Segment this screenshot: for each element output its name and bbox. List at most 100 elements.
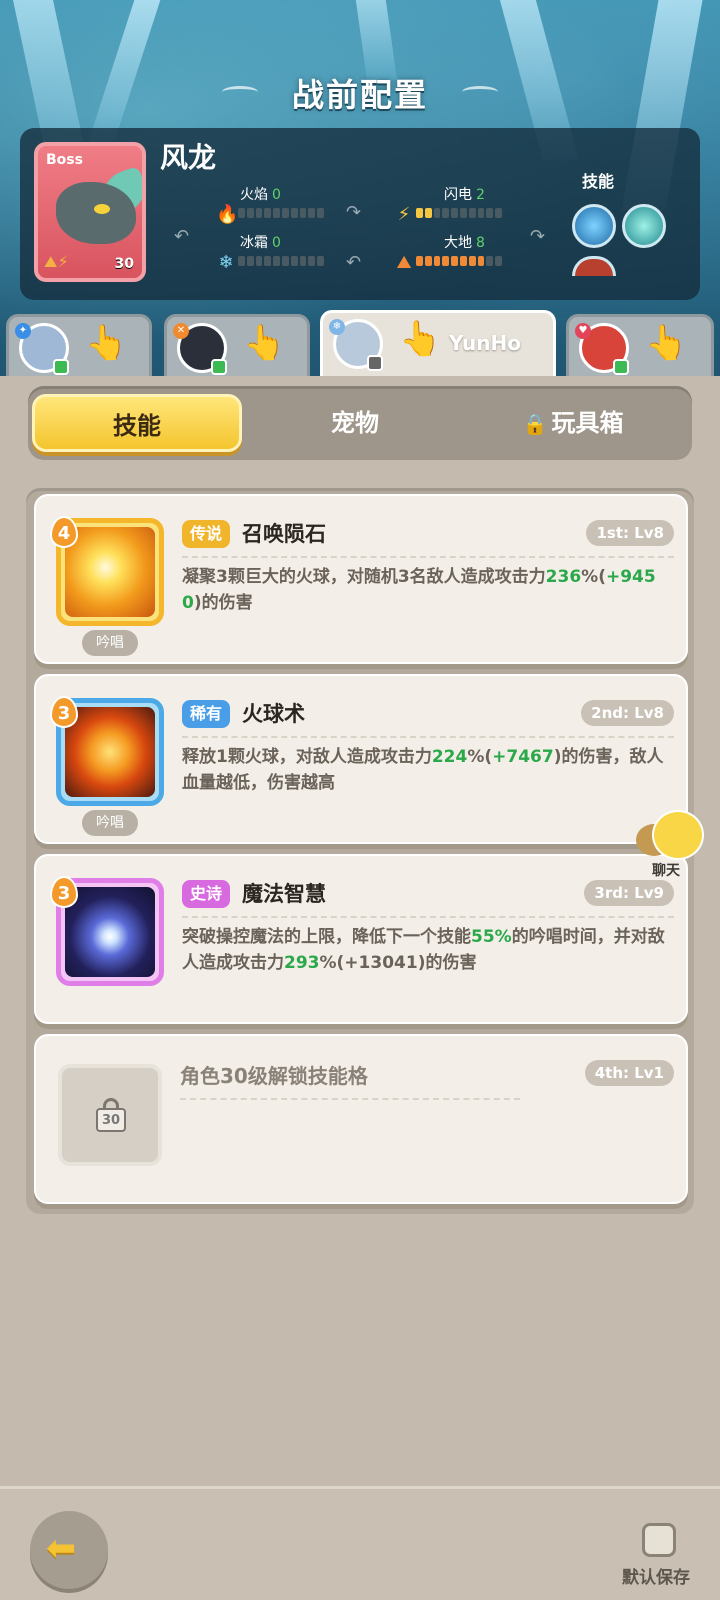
rarity-badge: 史诗	[182, 880, 231, 908]
stat-bar-segment	[468, 256, 476, 266]
stat-bar-segment	[495, 256, 502, 266]
stat-lightning-label: 闪电 2	[444, 187, 485, 203]
stat-earth-bar	[416, 256, 502, 266]
stat-bar-segment	[486, 256, 494, 266]
role-badge-icon: ✦	[15, 323, 31, 339]
locked-slot-frame: 30	[58, 1064, 162, 1166]
ready-check-icon	[211, 359, 227, 375]
hero-tab-1[interactable]: ✦ 👆	[6, 314, 152, 376]
stat-bar-segment	[468, 208, 476, 218]
lock-icon: 30	[96, 1098, 126, 1132]
tab-pets-label: 宠物	[331, 409, 379, 437]
hero-tab-2[interactable]: ✕ 👆	[164, 314, 310, 376]
hero-name: YunHo	[449, 331, 521, 355]
slot-level-tag: 3rd: Lv9	[584, 880, 674, 906]
stat-bar-segment	[477, 256, 485, 266]
role-badge-icon: ♥	[575, 323, 591, 339]
skill-card-locked[interactable]: 30 角色30级解锁技能格 4th: Lv1	[34, 1034, 688, 1204]
skill-card-1[interactable]: 4 吟唱 传说 召唤陨石 1st: Lv8 凝聚3颗巨大的火球，对随机3名敌人造…	[34, 494, 688, 664]
boss-skill-ice-icon[interactable]	[572, 204, 616, 248]
stat-bar-segment	[290, 208, 298, 218]
magic-star-icon	[65, 887, 155, 977]
boss-skill-wind-icon[interactable]	[622, 204, 666, 248]
rarity-badge: 稀有	[182, 700, 231, 728]
cycle-arrow-icon: ↶	[346, 252, 362, 273]
stat-frost: 冰霜 0 ❄	[216, 232, 336, 273]
category-tabbar: 技能 宠物 🔒 玩具箱	[28, 386, 692, 460]
stat-lightning: 闪电 2 ⚡	[394, 184, 514, 225]
skill-name: 召唤陨石	[242, 522, 326, 546]
back-button[interactable]: ⬅	[30, 1511, 108, 1589]
stat-fire: 火焰 0 🔥	[216, 184, 336, 225]
stat-bar-segment	[442, 208, 450, 218]
boss-portrait[interactable]: Boss ⛰⚡ 30	[34, 142, 146, 282]
chant-tag: 吟唱	[82, 630, 138, 656]
stat-bar-segment	[442, 256, 450, 266]
lock-icon: 🔒	[522, 412, 548, 436]
stat-earth: 大地 8 ⛰	[394, 232, 514, 273]
stat-bar-segment	[433, 208, 441, 218]
lightning-icon: ⚡	[397, 204, 411, 225]
stat-fire-bar	[238, 208, 324, 218]
hero-tab-3[interactable]: ❄ 👆 YunHo	[320, 310, 556, 376]
dragon-eye	[94, 204, 110, 214]
stat-frost-bar	[238, 256, 324, 266]
stat-bar-segment	[459, 256, 467, 266]
stat-bar-segment	[416, 256, 423, 266]
stat-bar-segment	[299, 256, 307, 266]
stat-bar-segment	[290, 256, 298, 266]
divider	[180, 1098, 520, 1100]
role-badge-icon: ❄	[329, 319, 345, 335]
cost-badge: 4	[50, 516, 78, 548]
tab-skills-label: 技能	[113, 412, 161, 440]
stat-bar-segment	[299, 208, 307, 218]
page-title: 战前配置	[291, 76, 428, 114]
boss-skill-fire-icon[interactable]	[572, 256, 616, 276]
tab-toybox[interactable]: 🔒 玩具箱	[468, 394, 678, 452]
skill-description: 突破操控魔法的上限，降低下一个技能55%的吟唱时间，并对敌人造成攻击力293%(…	[182, 927, 665, 973]
chat-button[interactable]: 聊天	[636, 810, 712, 880]
stat-bar-segment	[281, 208, 289, 218]
skill-description: 凝聚3颗巨大的火球，对随机3名敌人造成攻击力236%(+9450)的伤害	[182, 567, 656, 613]
back-arrow-icon: ⬅	[46, 1528, 77, 1569]
tab-skills[interactable]: 技能	[32, 394, 242, 452]
stat-bar-segment	[238, 256, 245, 266]
stat-bar-segment	[246, 208, 254, 218]
tap-hand-icon: 👆	[645, 323, 688, 363]
slot-level-tag: 2nd: Lv8	[581, 700, 674, 726]
tap-hand-icon: 👆	[399, 319, 442, 359]
skill-name: 魔法智慧	[242, 882, 326, 906]
cost-badge: 3	[50, 876, 78, 908]
stat-frost-label: 冰霜 0	[240, 235, 281, 251]
rarity-badge: 传说	[182, 520, 231, 548]
stat-bar-segment	[255, 208, 263, 218]
cycle-arrow-icon: ↶	[174, 226, 190, 247]
stat-bar-segment	[273, 208, 280, 218]
skill-card-3[interactable]: 3 史诗 魔法智慧 3rd: Lv9 突破操控魔法的上限，降低下一个技能55%的…	[34, 854, 688, 1024]
boss-skills-label: 技能	[582, 172, 615, 191]
ready-check-icon	[613, 359, 629, 375]
stat-bar-segment	[424, 256, 432, 266]
stat-bar-segment	[264, 208, 272, 218]
stat-bar-segment	[281, 256, 289, 266]
stat-bar-segment	[264, 256, 272, 266]
hero-tab-4[interactable]: ♥ 👆	[566, 314, 714, 376]
cycle-arrow-icon: ↷	[346, 202, 362, 223]
tab-pets[interactable]: 宠物	[250, 394, 460, 452]
cycle-arrow-icon: ↷	[530, 226, 546, 247]
tap-hand-icon: 👆	[85, 323, 128, 363]
chat-face-icon	[652, 810, 704, 860]
stat-bar-segment	[495, 208, 502, 218]
bottom-bar: ⬅ 默认保存	[0, 1486, 720, 1600]
stat-bar-segment	[238, 208, 245, 218]
stat-bar-segment	[451, 208, 458, 218]
boss-name: 风龙	[160, 141, 217, 174]
default-save-checkbox[interactable]	[642, 1523, 676, 1557]
skill-description: 释放1颗火球，对敌人造成攻击力224%(+7467)的伤害，敌人血量越低，伤害越…	[182, 747, 664, 793]
ready-check-icon	[367, 355, 383, 371]
stat-lightning-bar	[416, 208, 502, 218]
stat-bar-segment	[433, 256, 441, 266]
skill-card-2[interactable]: 3 吟唱 稀有 火球术 2nd: Lv8 释放1颗火球，对敌人造成攻击力224%…	[34, 674, 688, 844]
divider	[182, 556, 674, 558]
stat-bar-segment	[459, 208, 467, 218]
